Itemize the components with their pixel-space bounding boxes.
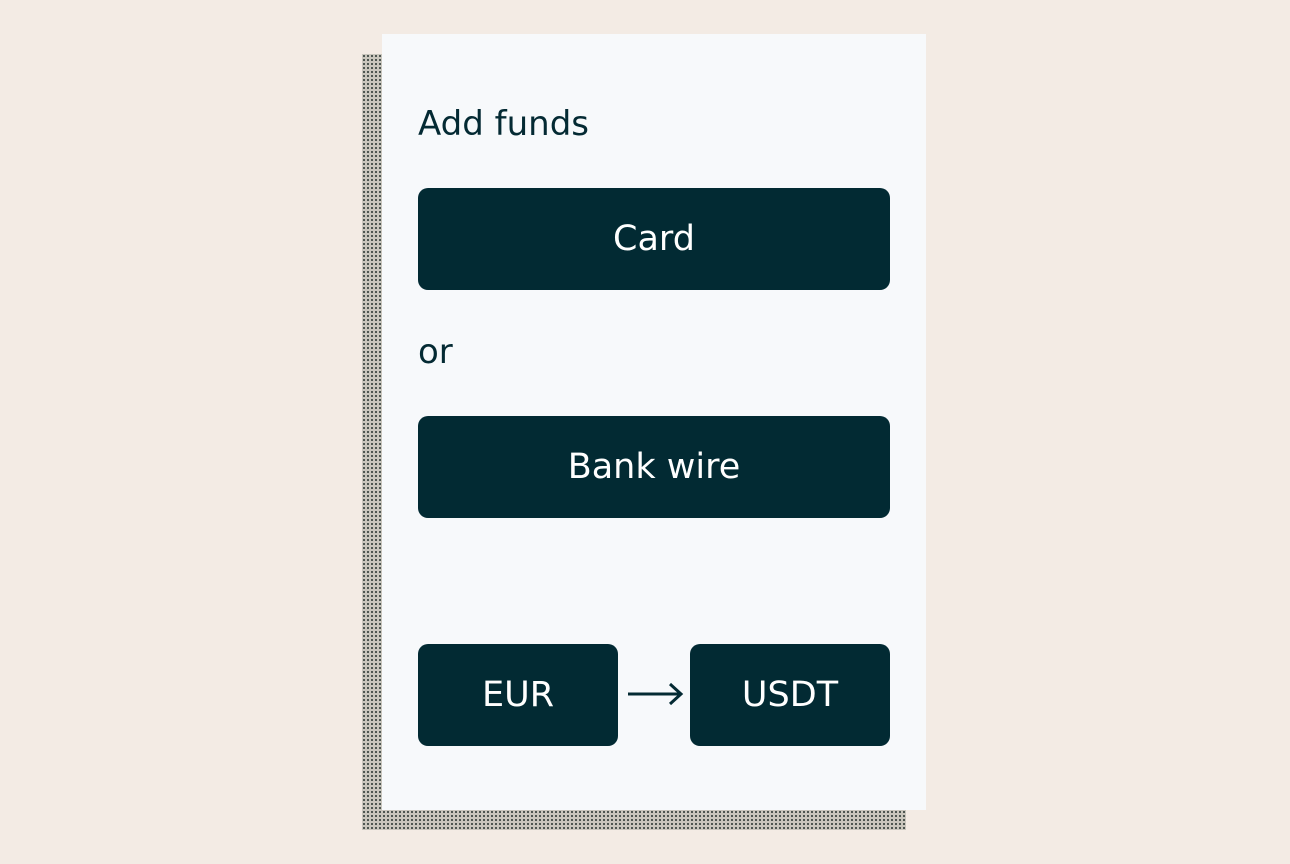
eur-button[interactable]: EUR bbox=[418, 644, 618, 746]
add-funds-panel: Add funds Card or Bank wire EUR USDT bbox=[382, 34, 926, 810]
card-button[interactable]: Card bbox=[418, 188, 890, 290]
panel-title: Add funds bbox=[418, 104, 589, 144]
right-arrow-icon bbox=[628, 682, 684, 706]
page: Add funds Card or Bank wire EUR USDT bbox=[0, 0, 1290, 864]
separator-text: or bbox=[418, 332, 453, 372]
usdt-button[interactable]: USDT bbox=[690, 644, 890, 746]
bank-wire-button[interactable]: Bank wire bbox=[418, 416, 890, 518]
